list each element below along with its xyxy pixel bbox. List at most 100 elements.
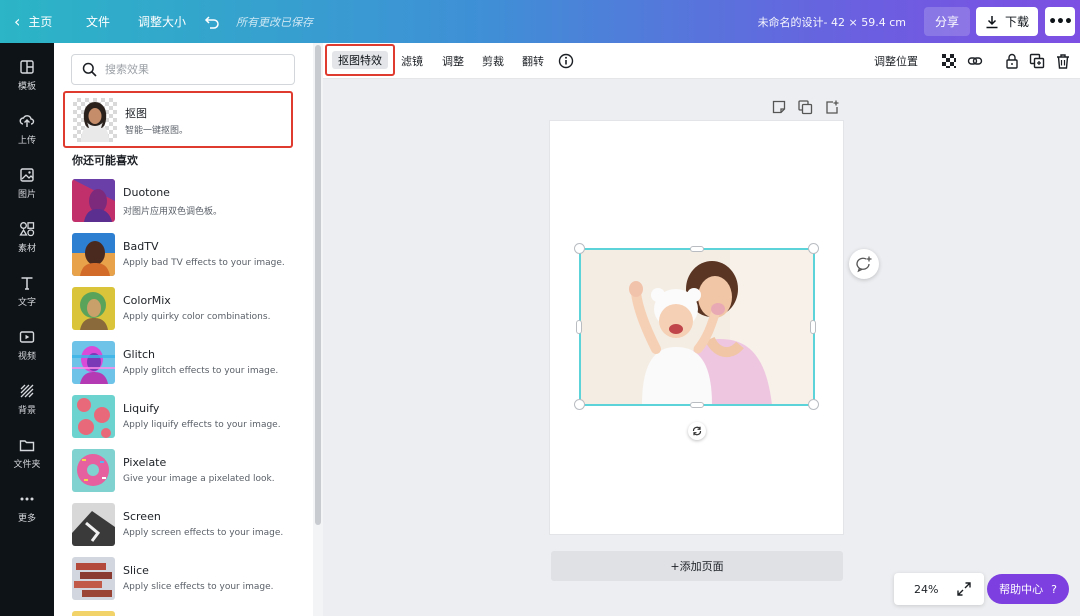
resize-handle-bottom[interactable] bbox=[690, 402, 704, 408]
panel-scrollbar[interactable] bbox=[313, 43, 323, 616]
background-remover-thumbnail bbox=[73, 98, 117, 142]
position-button[interactable]: 调整位置 bbox=[874, 43, 918, 79]
background-icon bbox=[20, 384, 34, 397]
sidebar-item-elements[interactable]: 素材 bbox=[0, 213, 54, 261]
scrollbar-thumb[interactable] bbox=[315, 45, 321, 525]
download-button[interactable]: 下载 bbox=[976, 7, 1038, 36]
elements-icon bbox=[19, 221, 35, 236]
sidebar-item-more[interactable]: 更多 bbox=[0, 483, 54, 531]
effect-pixelate[interactable]: Pixelate Give your image a pixelated loo… bbox=[72, 449, 312, 493]
folder-icon bbox=[19, 439, 35, 451]
text-icon bbox=[21, 276, 33, 290]
effect-title: Duotone bbox=[123, 186, 170, 199]
more-icon bbox=[20, 497, 34, 500]
resize-handle-right[interactable] bbox=[810, 320, 816, 334]
video-icon bbox=[19, 330, 35, 343]
effects-search[interactable] bbox=[71, 54, 295, 85]
effect-title: BadTV bbox=[123, 240, 159, 253]
comment-add-icon bbox=[856, 256, 872, 273]
featured-effect-title: 抠图 bbox=[125, 107, 147, 120]
download-icon bbox=[986, 15, 998, 28]
effect-title: Glitch bbox=[123, 348, 155, 361]
chevron-left-icon: ‹ bbox=[14, 11, 21, 31]
home-button[interactable]: ‹ 主页 bbox=[14, 0, 52, 43]
rotate-handle[interactable] bbox=[688, 422, 706, 440]
add-comment-button[interactable] bbox=[849, 249, 879, 279]
effect-subtitle: Apply bad TV effects to your image. bbox=[123, 258, 285, 268]
resize-handle-bottom-left[interactable] bbox=[574, 399, 585, 410]
more-options-button[interactable]: ••• bbox=[1045, 7, 1075, 36]
effect-slice[interactable]: Slice Apply slice effects to your image. bbox=[72, 557, 312, 601]
effect-title: ColorMix bbox=[123, 294, 171, 307]
duplicate-page-icon[interactable] bbox=[797, 99, 813, 115]
effect-badtv[interactable]: BadTV Apply bad TV effects to your image… bbox=[72, 233, 312, 277]
effect-title: Slice bbox=[123, 564, 149, 577]
resize-handle-left[interactable] bbox=[576, 320, 582, 334]
sidebar-item-text[interactable]: 文字 bbox=[0, 267, 54, 315]
zoom-value[interactable]: 24% bbox=[914, 583, 938, 596]
template-icon bbox=[20, 59, 34, 74]
fullscreen-icon[interactable] bbox=[956, 581, 972, 597]
effects-panel: 抠图 智能一键抠图。 你还可能喜欢 Duotone 对图片应用双色调色板。 Ba… bbox=[54, 43, 323, 616]
effect-subtitle: Apply glitch effects to your image. bbox=[123, 366, 279, 376]
canvas-photo-mother-and-baby[interactable] bbox=[580, 249, 814, 405]
duplicate-icon[interactable] bbox=[1027, 51, 1047, 71]
sidebar-item-label: 图片 bbox=[17, 189, 36, 200]
resize-handle-top[interactable] bbox=[690, 246, 704, 252]
slice-thumbnail bbox=[72, 557, 115, 600]
transparency-icon[interactable] bbox=[939, 51, 959, 71]
screen-thumbnail bbox=[72, 503, 115, 546]
tool-flip[interactable]: 翻转 bbox=[522, 43, 544, 79]
search-icon bbox=[82, 62, 97, 77]
resize-handle-bottom-right[interactable] bbox=[808, 399, 819, 410]
sidebar-item-label: 背景 bbox=[17, 405, 36, 416]
tool-filter[interactable]: 滤镜 bbox=[401, 43, 423, 79]
effect-liquify[interactable]: Liquify Apply liquify effects to your im… bbox=[72, 395, 312, 439]
home-label: 主页 bbox=[28, 15, 53, 29]
colormix-thumbnail bbox=[72, 287, 115, 330]
sidebar-item-folders[interactable]: 文件夹 bbox=[0, 429, 54, 477]
undo-icon[interactable] bbox=[204, 0, 220, 43]
add-page-icon[interactable] bbox=[824, 99, 840, 115]
saved-status: 所有更改已保存 bbox=[236, 15, 313, 29]
info-icon[interactable] bbox=[556, 51, 576, 71]
help-center-label: 帮助中心 bbox=[999, 583, 1044, 596]
tool-adjust[interactable]: 调整 bbox=[442, 43, 464, 79]
sidebar-item-background[interactable]: 背景 bbox=[0, 375, 54, 423]
resize-button[interactable]: 调整大小 bbox=[138, 0, 186, 43]
tool-effects-highlight[interactable]: 抠图特效 bbox=[325, 44, 395, 76]
featured-effect-subtitle: 智能一键抠图。 bbox=[125, 126, 189, 136]
resize-handle-top-left[interactable] bbox=[574, 243, 585, 254]
effect-title: Liquify bbox=[123, 402, 160, 415]
effect-duotone[interactable]: Duotone 对图片应用双色调色板。 bbox=[72, 179, 312, 223]
upload-icon bbox=[19, 114, 35, 127]
help-center-button[interactable]: 帮助中心 ? bbox=[987, 574, 1069, 604]
effect-colormix[interactable]: ColorMix Apply quirky color combinations… bbox=[72, 287, 312, 331]
page-notes-icon[interactable] bbox=[771, 99, 787, 115]
link-icon[interactable] bbox=[965, 51, 985, 71]
file-menu-button[interactable]: 文件 bbox=[86, 0, 110, 43]
trash-icon[interactable] bbox=[1053, 51, 1073, 71]
tool-effects[interactable]: 抠图特效 bbox=[332, 51, 388, 69]
tool-crop[interactable]: 剪裁 bbox=[482, 43, 504, 79]
sidebar-item-upload[interactable]: 上传 bbox=[0, 105, 54, 153]
effect-subtitle: 对图片应用双色调色板。 bbox=[123, 207, 223, 217]
next-effect-thumbnail bbox=[72, 611, 115, 616]
image-icon bbox=[20, 167, 34, 182]
effect-glitch[interactable]: Glitch Apply glitch effects to your imag… bbox=[72, 341, 312, 385]
sidebar-item-video[interactable]: 视频 bbox=[0, 321, 54, 369]
sidebar-item-label: 视频 bbox=[17, 351, 36, 362]
resize-handle-top-right[interactable] bbox=[808, 243, 819, 254]
zoom-control[interactable]: 24% bbox=[894, 573, 984, 605]
sidebar-item-templates[interactable]: 模板 bbox=[0, 51, 54, 99]
sidebar-item-label: 更多 bbox=[17, 513, 36, 524]
sidebar-item-photos[interactable]: 图片 bbox=[0, 159, 54, 207]
search-input[interactable] bbox=[105, 63, 275, 76]
share-button[interactable]: 分享 bbox=[924, 7, 970, 36]
document-title[interactable]: 未命名的设计- 42 × 59.4 cm bbox=[758, 0, 906, 43]
effect-screen[interactable]: Screen Apply screen effects to your imag… bbox=[72, 503, 312, 547]
effect-subtitle: Apply screen effects to your image. bbox=[123, 528, 284, 538]
add-page-button[interactable]: +添加页面 bbox=[551, 551, 843, 581]
featured-effect-background-remover[interactable]: 抠图 智能一键抠图。 bbox=[63, 91, 293, 148]
lock-icon[interactable] bbox=[1002, 51, 1022, 71]
